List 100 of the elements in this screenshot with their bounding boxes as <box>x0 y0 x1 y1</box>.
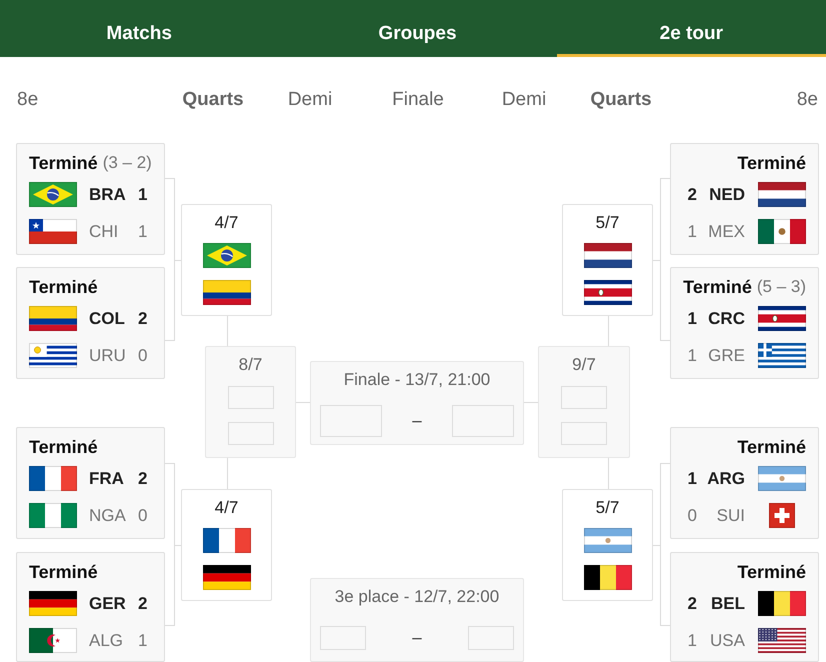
flag-icon <box>202 528 250 553</box>
quarterfinal-card[interactable]: 5/7 <box>562 204 653 316</box>
match-card[interactable]: Terminé 2 NED 1 MEX <box>670 143 819 255</box>
team-score: 2 <box>138 468 148 488</box>
team-score: 1 <box>688 346 697 366</box>
match-card[interactable]: Terminé FRA 2 NGA 0 <box>16 427 165 539</box>
match-status: Terminé <box>737 562 806 582</box>
match-card[interactable]: Terminé 2 BEL 1 USA <box>670 552 819 662</box>
match-date: 4/7 <box>214 212 238 234</box>
third-place-card[interactable]: 3e place - 12/7, 22:00 – <box>310 578 524 662</box>
flag-icon <box>202 243 250 268</box>
team-score: 1 <box>688 468 697 488</box>
team-code: CRC <box>708 308 745 328</box>
team-score: 1 <box>688 630 697 650</box>
match-status: Terminé <box>29 276 98 298</box>
round-label: 8e <box>796 88 818 112</box>
match-title: 3e place - 12/7, 22:00 <box>334 586 500 608</box>
flag-icon <box>758 182 806 207</box>
team-score: 1 <box>688 222 697 242</box>
team-code: GRE <box>708 346 745 366</box>
flag-icon <box>202 280 250 305</box>
team-slot <box>228 386 274 409</box>
flag-icon <box>29 591 77 616</box>
team-code: GER <box>89 594 126 614</box>
match-status: Terminé <box>29 436 98 458</box>
flag-icon <box>29 503 77 528</box>
match-card[interactable]: Terminé (3 – 2) BRA 1 CHI 1 <box>16 143 165 255</box>
match-status: Terminé <box>29 562 98 582</box>
flag-icon <box>758 466 806 491</box>
tab[interactable]: Groupes <box>278 0 557 57</box>
team-score: 2 <box>138 308 148 328</box>
match-card[interactable]: Terminé (5 – 3) 1 CRC 1 GRE <box>670 267 819 379</box>
team-score: 0 <box>688 506 697 526</box>
team-slot <box>320 405 382 437</box>
quarterfinal-card[interactable]: 5/7 <box>562 489 653 601</box>
flag-icon <box>29 182 77 207</box>
semifinal-card[interactable]: 9/7 <box>538 346 630 458</box>
round-label: Quarts <box>590 88 652 112</box>
team-slot <box>561 422 607 445</box>
final-card[interactable]: Finale - 13/7, 21:00 – <box>310 361 524 445</box>
flag-icon <box>758 628 806 653</box>
round-label: Quarts <box>182 88 244 112</box>
round-label: Demi <box>502 88 546 112</box>
flag-icon <box>29 219 77 244</box>
team-slot <box>320 626 366 650</box>
team-code: BRA <box>89 184 126 204</box>
flag-icon <box>584 243 632 268</box>
team-code: MEX <box>708 222 745 242</box>
semifinal-card[interactable]: 8/7 <box>205 346 296 458</box>
tab[interactable]: 2e tour <box>556 0 826 57</box>
team-score: 0 <box>138 506 148 526</box>
match-card[interactable]: Terminé COL 2 URU 0 <box>16 267 165 379</box>
flag-icon <box>758 219 806 244</box>
flag-icon <box>202 565 250 590</box>
score-separator: – <box>412 628 422 648</box>
team-score: 1 <box>138 222 148 242</box>
quarterfinal-card[interactable]: 4/7 <box>181 204 272 316</box>
team-score: 1 <box>138 184 148 204</box>
round-label: Demi <box>288 88 332 112</box>
match-card[interactable]: Terminé 1 ARG 0 SUI <box>670 427 819 539</box>
team-score: 2 <box>138 594 148 614</box>
flag-icon <box>29 466 77 491</box>
match-date: 4/7 <box>214 497 238 519</box>
score-separator: – <box>412 411 422 431</box>
flag-icon <box>584 280 632 305</box>
quarterfinal-card[interactable]: 4/7 <box>181 489 272 601</box>
match-date: 5/7 <box>596 212 620 234</box>
match-title: Finale - 13/7, 21:00 <box>344 369 490 391</box>
flag-icon <box>758 343 806 368</box>
penalty-score: (5 – 3) <box>756 277 806 297</box>
match-date: 5/7 <box>596 497 620 519</box>
team-slot <box>468 626 514 650</box>
team-code: URU <box>89 346 126 366</box>
flag-icon <box>584 528 632 553</box>
flag-icon <box>29 306 77 331</box>
team-code: NED <box>709 184 745 204</box>
team-code: SUI <box>716 506 745 526</box>
team-code: ARG <box>707 468 745 488</box>
team-code: CHI <box>89 222 118 242</box>
team-code: COL <box>89 308 125 328</box>
flag-icon <box>584 565 632 590</box>
team-score: 0 <box>138 346 148 366</box>
team-slot <box>228 422 274 445</box>
tab[interactable]: Matchs <box>0 0 278 57</box>
team-slot <box>452 405 514 437</box>
team-code: FRA <box>89 468 124 488</box>
match-status: Terminé <box>683 276 752 298</box>
flag-icon <box>758 591 806 616</box>
team-code: ALG <box>89 630 124 650</box>
match-date: 9/7 <box>572 354 596 376</box>
match-status: Terminé <box>737 436 806 458</box>
team-code: USA <box>710 630 745 650</box>
team-code: NGA <box>89 506 126 526</box>
match-card[interactable]: Terminé GER 2 ALG 1 <box>16 552 165 662</box>
penalty-score: (3 – 2) <box>102 153 152 173</box>
flag-icon <box>29 343 77 368</box>
team-score: 2 <box>688 184 697 204</box>
flag-icon <box>29 628 77 653</box>
round-label: 8e <box>17 88 38 112</box>
round-label: Finale <box>392 88 444 112</box>
